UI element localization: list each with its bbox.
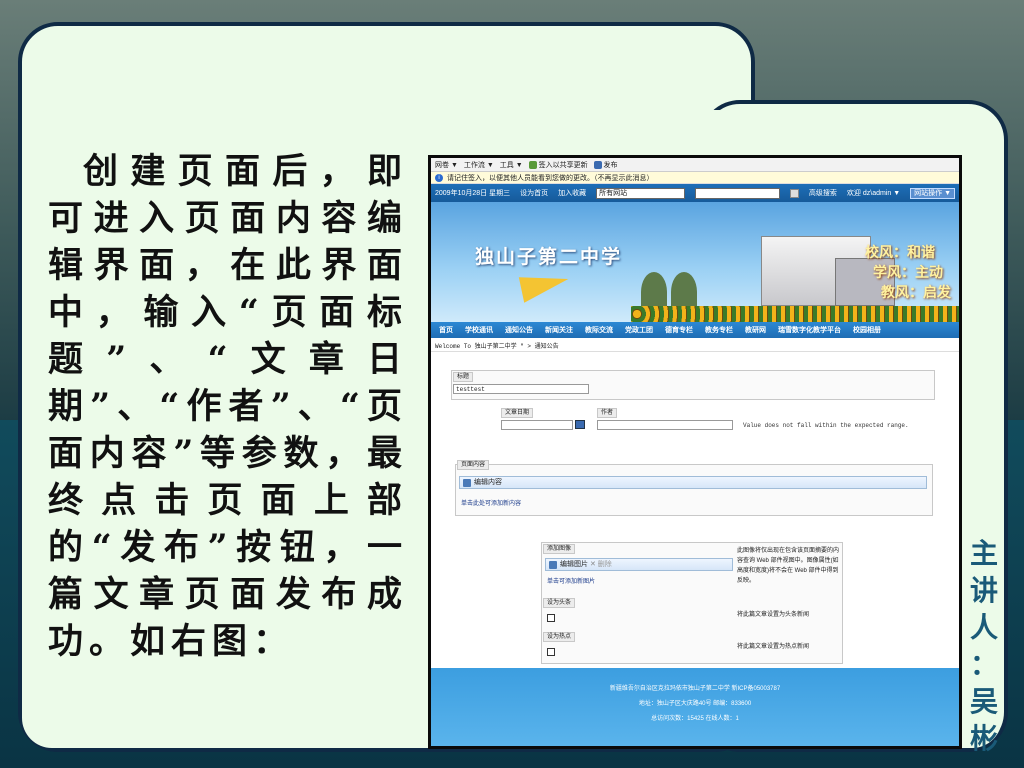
menu-item[interactable]: 教务专栏 <box>705 325 733 335</box>
search-icon[interactable] <box>790 188 799 198</box>
speaker-char: 人 <box>969 611 998 644</box>
info-bar: i 请记住签入，以便其他人员能看到您做的更改。（不再显示此消息） <box>431 172 959 184</box>
embedded-screenshot: 网卷 ▼ 工作流 ▼ 工具 ▼ 签入以共享更新 发布 i 请记住签入，以便其他人… <box>428 155 962 749</box>
content-label: 页面内容 <box>457 460 490 470</box>
motto-line: 校风：和谐 <box>865 245 935 261</box>
breadcrumb[interactable]: Welcome To 独山子第二中学 " > 通知公告 <box>431 338 959 352</box>
title-input[interactable]: testtest <box>453 384 589 394</box>
title-label: 标题 <box>453 372 474 382</box>
date-label: 文章日期 <box>501 408 534 418</box>
edit-icon <box>463 479 471 487</box>
add-image-link[interactable]: 单击可添加新图片 <box>547 576 595 585</box>
school-name: 独山子第二中学 <box>475 246 623 268</box>
headline-label: 设为头条 <box>543 598 576 608</box>
footer-line: 新疆维吾尔自治区克拉玛依市独山子第二中学 新ICP备05003787 <box>609 686 781 692</box>
error-message: Value does not fall within the expected … <box>743 422 909 429</box>
site-date: 2009年10月28日 星期三 <box>435 190 511 197</box>
menu-item[interactable]: 学校通讯 <box>465 325 493 335</box>
speaker-label: 主 讲 人 ： 吴 彬 <box>966 535 1002 757</box>
edit-content-bar[interactable]: 编辑内容 <box>459 476 927 489</box>
toolbar-tools-menu[interactable]: 工具 ▼ <box>500 160 523 170</box>
edit-image-bar[interactable]: 编辑图片 ✕ 删除 <box>545 558 733 571</box>
menu-item[interactable]: 通知公告 <box>505 325 533 335</box>
info-icon: i <box>435 173 443 182</box>
site-actions-button[interactable]: 网站操作 ▼ <box>910 187 956 199</box>
image-icon <box>549 561 557 569</box>
checkin-button[interactable]: 签入以共享更新 <box>528 160 588 170</box>
hot-note: 将此篇文章设置为热点新闻 <box>737 644 810 650</box>
hot-label: 设为热点 <box>543 632 576 642</box>
menu-item[interactable]: 新闻关注 <box>545 325 573 335</box>
menu-item[interactable]: 首页 <box>439 325 453 335</box>
menu-item[interactable]: 校园相册 <box>853 325 881 335</box>
date-input[interactable] <box>501 420 573 430</box>
search-input[interactable] <box>695 187 781 199</box>
toolbar-workflow-menu[interactable]: 工作流 ▼ <box>464 160 494 170</box>
checkin-icon <box>528 160 537 169</box>
publish-button[interactable]: 发布 <box>593 160 618 170</box>
search-scope-select[interactable]: 所有网站 <box>596 187 686 199</box>
footer-line: 总访问次数：15425 在线人数：1 <box>651 716 739 722</box>
speaker-char: 吴 <box>969 685 998 718</box>
menu-item[interactable]: 瑞雪数字化教学平台 <box>778 325 841 335</box>
motto-line: 学风：主动 <box>873 265 943 281</box>
headline-checkbox[interactable] <box>547 614 555 622</box>
main-menu: 首页 学校通讯 通知公告 新闻关注 教际交流 党政工团 德育专栏 教务专栏 教研… <box>431 322 959 338</box>
speaker-char: 彬 <box>969 722 998 755</box>
site-top-nav: 2009年10月28日 星期三 设为首页 加入收藏 所有网站 高级搜索 欢迎 d… <box>431 184 959 202</box>
image-note: 此图像将仅出现在包含该页面摘要的内容查询 Web 部件视图中。图像属性(如高度和… <box>737 548 840 584</box>
site-banner: 独山子第二中学 校风：和谐 学风：主动 教风：启发 <box>431 202 959 322</box>
author-input[interactable] <box>597 420 733 430</box>
motto-line: 教风：启发 <box>881 285 951 301</box>
calendar-icon[interactable] <box>575 420 585 429</box>
image-label: 添加图像 <box>543 544 576 554</box>
site-footer: 新疆维吾尔自治区克拉玛依市独山子第二中学 新ICP备05003787 地址：独山… <box>431 668 959 746</box>
speaker-char: ： <box>969 648 998 681</box>
info-message: 请记住签入，以便其他人员能看到您做的更改。（不再显示此消息） <box>447 174 654 182</box>
toolbar-page-menu[interactable]: 网卷 ▼ <box>435 160 458 170</box>
ie-toolbar: 网卷 ▼ 工作流 ▼ 工具 ▼ 签入以共享更新 发布 <box>431 158 959 172</box>
paper-plane-icon <box>518 267 572 303</box>
speaker-char: 讲 <box>969 574 998 607</box>
add-favorite-link[interactable]: 加入收藏 <box>558 188 586 198</box>
add-content-link[interactable]: 单击此处可添加新内容 <box>461 498 521 507</box>
speaker-char: 主 <box>969 537 998 570</box>
menu-item[interactable]: 党政工团 <box>625 325 653 335</box>
edit-form: 标题 testtest 文章日期 作者 Value does not fall … <box>431 352 959 670</box>
menu-item[interactable]: 教际交流 <box>585 325 613 335</box>
slide-body-text: 创建页面后，即可进入页面内容编辑界面，在此界面中，输入“页面标题”、“文章日期”… <box>48 151 408 662</box>
set-home-link[interactable]: 设为首页 <box>520 188 548 198</box>
headline-note: 将此篇文章设置为头条新闻 <box>737 612 810 618</box>
menu-item[interactable]: 教研网 <box>745 325 766 335</box>
footer-line: 地址：独山子区大庆路40号 邮编：833600 <box>638 701 752 707</box>
hot-checkbox[interactable] <box>547 648 555 656</box>
delete-icon[interactable]: ✕ <box>590 561 596 568</box>
welcome-user[interactable]: 欢迎 dz\admin ▼ <box>847 188 900 198</box>
publish-icon <box>593 160 602 169</box>
author-label: 作者 <box>597 408 618 418</box>
advanced-search-link[interactable]: 高级搜索 <box>809 188 837 198</box>
menu-item[interactable]: 德育专栏 <box>665 325 693 335</box>
